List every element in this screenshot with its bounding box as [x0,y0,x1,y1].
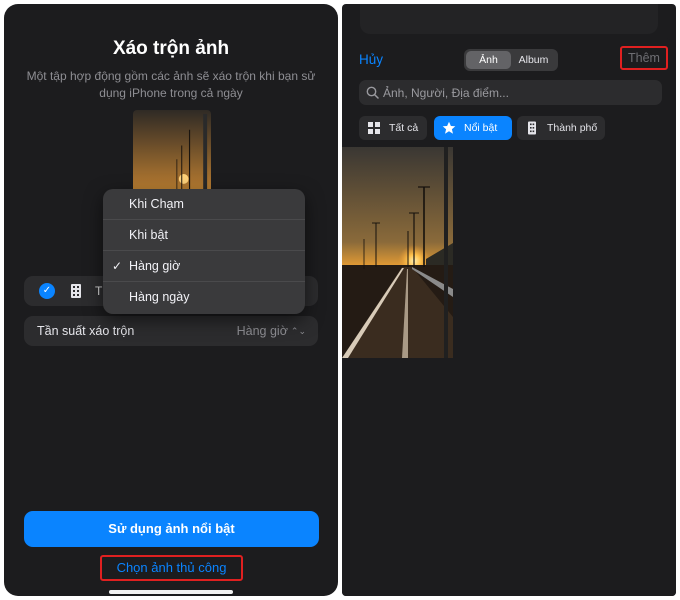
choose-photos-manually-link[interactable]: Chọn ảnh thủ công [100,555,243,581]
page-title: Xáo trộn ảnh [112,38,230,59]
building-icon [71,284,81,298]
search-bar [359,80,662,105]
add-button[interactable]: Thêm [620,46,668,70]
menu-item-on-wake[interactable]: Khi bật [103,220,305,251]
shuffle-frequency-row[interactable]: Tần suất xáo trộn Hàng giờ ⌃⌄ [24,316,318,346]
picker-sheet: Hủy Ảnh Album Thêm Tất cả [342,38,676,596]
tab-photos[interactable]: Ảnh [466,51,511,69]
shuffle-frequency-value[interactable]: Hàng giờ ⌃⌄ [237,324,306,338]
use-featured-photos-button[interactable]: Sử dụng ảnh nổi bật [24,511,319,547]
checkmark-icon: ✓ [39,283,55,299]
filter-all[interactable]: Tất cả [359,116,427,140]
star-icon [442,121,456,134]
menu-item-on-tap[interactable]: Khi Chạm [103,189,305,220]
frequency-menu: Khi Chạm Khi bật ✓ Hàng giờ Hàng ngày [103,189,305,314]
filter-cities[interactable]: Thành phố [517,116,605,140]
shuffle-frequency-label: Tần suất xáo trộn [37,324,135,338]
building-icon [528,121,536,135]
tab-albums[interactable]: Album [511,51,556,69]
menu-item-hourly[interactable]: ✓ Hàng giờ [103,251,305,282]
home-indicator [109,590,233,594]
page-subtitle: Một tập hợp động gồm các ảnh sẽ xáo trộn… [26,69,316,100]
filter-featured[interactable]: Nổi bật [434,116,512,140]
photo-picker-screen: Hủy Ảnh Album Thêm Tất cả [342,4,676,596]
search-icon [366,86,379,99]
photo-thumbnail[interactable] [342,147,453,358]
search-input[interactable] [383,80,653,105]
chevron-updown-icon: ⌃⌄ [290,326,306,336]
background-card [360,4,658,34]
checkmark-icon: ✓ [112,259,123,273]
menu-item-daily[interactable]: Hàng ngày [103,282,305,313]
source-segmented-control: Ảnh Album [464,49,558,71]
shuffle-setup-screen: Xáo trộn ảnh Một tập hợp động gồm các ản… [4,4,338,596]
selection-row-label: T [95,284,103,298]
grid-icon [368,122,380,134]
cancel-button[interactable]: Hủy [359,52,383,67]
